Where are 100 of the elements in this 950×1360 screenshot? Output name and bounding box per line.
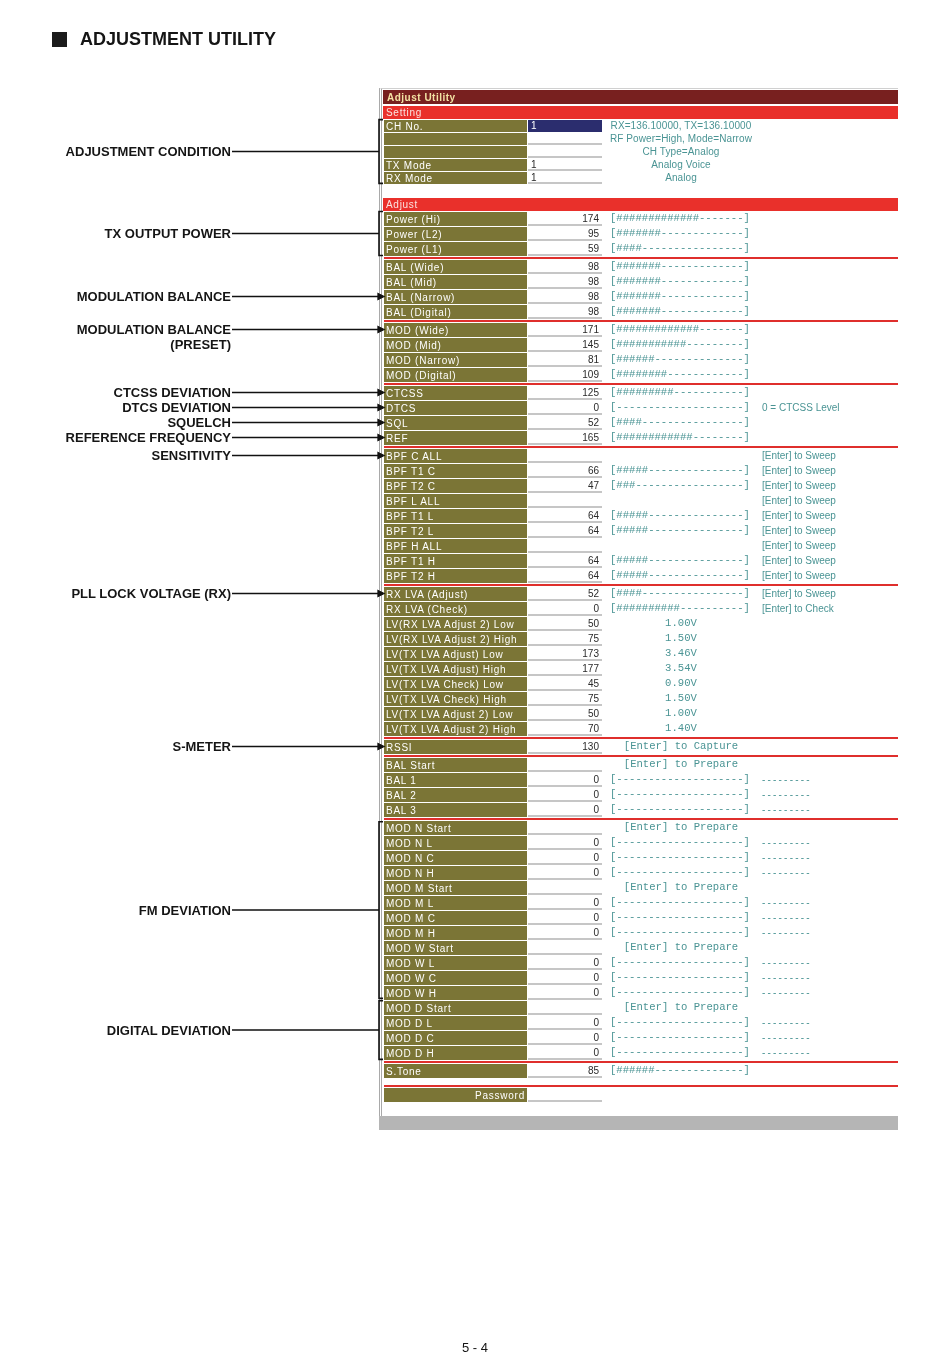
value-field[interactable]: 64: [528, 569, 602, 583]
field-label: MOD (Narrow): [384, 353, 527, 367]
info-text: 1.00V: [665, 617, 697, 630]
value-field[interactable]: 75: [528, 632, 602, 646]
value-field[interactable]: 0: [528, 911, 602, 925]
value-field[interactable]: 0: [528, 836, 602, 850]
value-field[interactable]: 0: [528, 956, 602, 970]
field-label: RSSI: [384, 740, 527, 754]
value-field[interactable]: 59: [528, 242, 602, 256]
field-label: BAL (Narrow): [384, 290, 527, 304]
value-field[interactable]: 0: [528, 896, 602, 910]
value-field[interactable]: 0: [528, 788, 602, 802]
info-text: [Enter] to Prepare: [623, 881, 739, 894]
bar-readout: [##########----------]: [609, 602, 750, 615]
value-field[interactable]: 64: [528, 524, 602, 538]
info-text: [Enter] to Prepare: [623, 941, 739, 954]
value-field[interactable]: 125: [528, 386, 602, 400]
value-field[interactable]: 173: [528, 647, 602, 661]
field-label: LV(RX LVA Adjust 2) High: [384, 632, 527, 646]
value-field[interactable]: 98: [528, 290, 602, 304]
value-field[interactable]: 171: [528, 323, 602, 337]
value-field[interactable]: 109: [528, 368, 602, 382]
value-field[interactable]: 50: [528, 707, 602, 721]
field-label: BPF T1 L: [384, 509, 527, 523]
bar-readout: [--------------------]: [609, 851, 750, 864]
value-field[interactable]: 177: [528, 662, 602, 676]
hint-text: [Enter] to Sweep: [761, 509, 836, 522]
value-field[interactable]: 98: [528, 260, 602, 274]
value-field[interactable]: 0: [528, 1046, 602, 1060]
value-field[interactable]: 64: [528, 509, 602, 523]
value-field[interactable]: 0: [528, 866, 602, 880]
info-text: [Enter] to Prepare: [623, 1001, 739, 1014]
value-field[interactable]: 98: [528, 275, 602, 289]
field-label: MOD D H: [384, 1046, 527, 1060]
value-field[interactable]: 52: [528, 416, 602, 430]
value-field[interactable]: 75: [528, 692, 602, 706]
value-field[interactable]: 0: [528, 926, 602, 940]
bar-readout: [#####---------------]: [609, 509, 750, 522]
hint-text: [Enter] to Sweep: [761, 524, 836, 537]
bar-readout: [#####---------------]: [609, 569, 750, 582]
value-field[interactable]: 0: [528, 803, 602, 817]
field-label: BAL (Digital): [384, 305, 527, 319]
bar-readout: [#######-------------]: [609, 290, 750, 303]
value-field[interactable]: 0: [528, 851, 602, 865]
value-field[interactable]: 145: [528, 338, 602, 352]
bar-readout: [--------------------]: [609, 896, 750, 909]
value-field[interactable]: 0: [528, 971, 602, 985]
field-label: REF: [384, 431, 527, 445]
info-text: 3.46V: [665, 647, 697, 660]
status-text: Analog Voice: [651, 158, 711, 171]
value-field[interactable]: 64: [528, 554, 602, 568]
hint-text: [Enter] to Sweep: [761, 464, 836, 477]
value-field[interactable]: 165: [528, 431, 602, 445]
value-field[interactable]: 98: [528, 305, 602, 319]
value-field[interactable]: 95: [528, 227, 602, 241]
field-label: MOD M C: [384, 911, 527, 925]
field-label: BAL Start: [384, 758, 527, 772]
value-field[interactable]: 45: [528, 677, 602, 691]
field-label: BPF C ALL: [384, 449, 527, 463]
field-label: MOD (Wide): [384, 323, 527, 337]
field-label: MOD (Mid): [384, 338, 527, 352]
result-field: ---------: [760, 866, 812, 879]
value-field[interactable]: 0: [528, 1031, 602, 1045]
info-text: 1.50V: [665, 632, 697, 645]
bar-readout: [############--------]: [609, 431, 750, 444]
status-text: CH Type=Analog: [642, 145, 720, 158]
value-field[interactable]: 47: [528, 479, 602, 493]
callout-label: PLL LOCK VOLTAGE (RX): [71, 586, 232, 601]
bar-readout: [#######-------------]: [609, 260, 750, 273]
value-field[interactable]: 50: [528, 617, 602, 631]
value-field[interactable]: 0: [528, 773, 602, 787]
value-field[interactable]: 0: [528, 1016, 602, 1030]
callout-label: S-METER: [172, 739, 232, 754]
field-label: LV(TX LVA Adjust 2) High: [384, 722, 527, 736]
value-field[interactable]: 0: [528, 602, 602, 616]
bar-readout: [--------------------]: [609, 1016, 750, 1029]
hint-text: [Enter] to Sweep: [761, 554, 836, 567]
value-field[interactable]: 70: [528, 722, 602, 736]
value-field[interactable]: 1: [528, 120, 602, 132]
title-bar: Adjust Utility: [383, 90, 898, 104]
value-field[interactable]: 130: [528, 740, 602, 754]
value-field[interactable]: 1: [528, 159, 602, 171]
field-label: RX LVA (Check): [384, 602, 527, 616]
field-label: MOD W Start: [384, 941, 527, 955]
bar-readout: [#####---------------]: [609, 524, 750, 537]
value-field[interactable]: 81: [528, 353, 602, 367]
value-field[interactable]: 0: [528, 986, 602, 1000]
hint-text: [Enter] to Sweep: [761, 494, 836, 507]
bar-readout: [--------------------]: [609, 926, 750, 939]
bar-readout: [--------------------]: [609, 956, 750, 969]
value-field[interactable]: 1: [528, 172, 602, 184]
value-field[interactable]: 52: [528, 587, 602, 601]
field-label: LV(TX LVA Adjust) Low: [384, 647, 527, 661]
value-field[interactable]: 174: [528, 212, 602, 226]
field-label: MOD N C: [384, 851, 527, 865]
value-field[interactable]: 66: [528, 464, 602, 478]
field-label: MOD D Start: [384, 1001, 527, 1015]
value-field[interactable]: 85: [528, 1064, 602, 1078]
value-field[interactable]: 0: [528, 401, 602, 415]
info-text: 1.00V: [665, 707, 697, 720]
